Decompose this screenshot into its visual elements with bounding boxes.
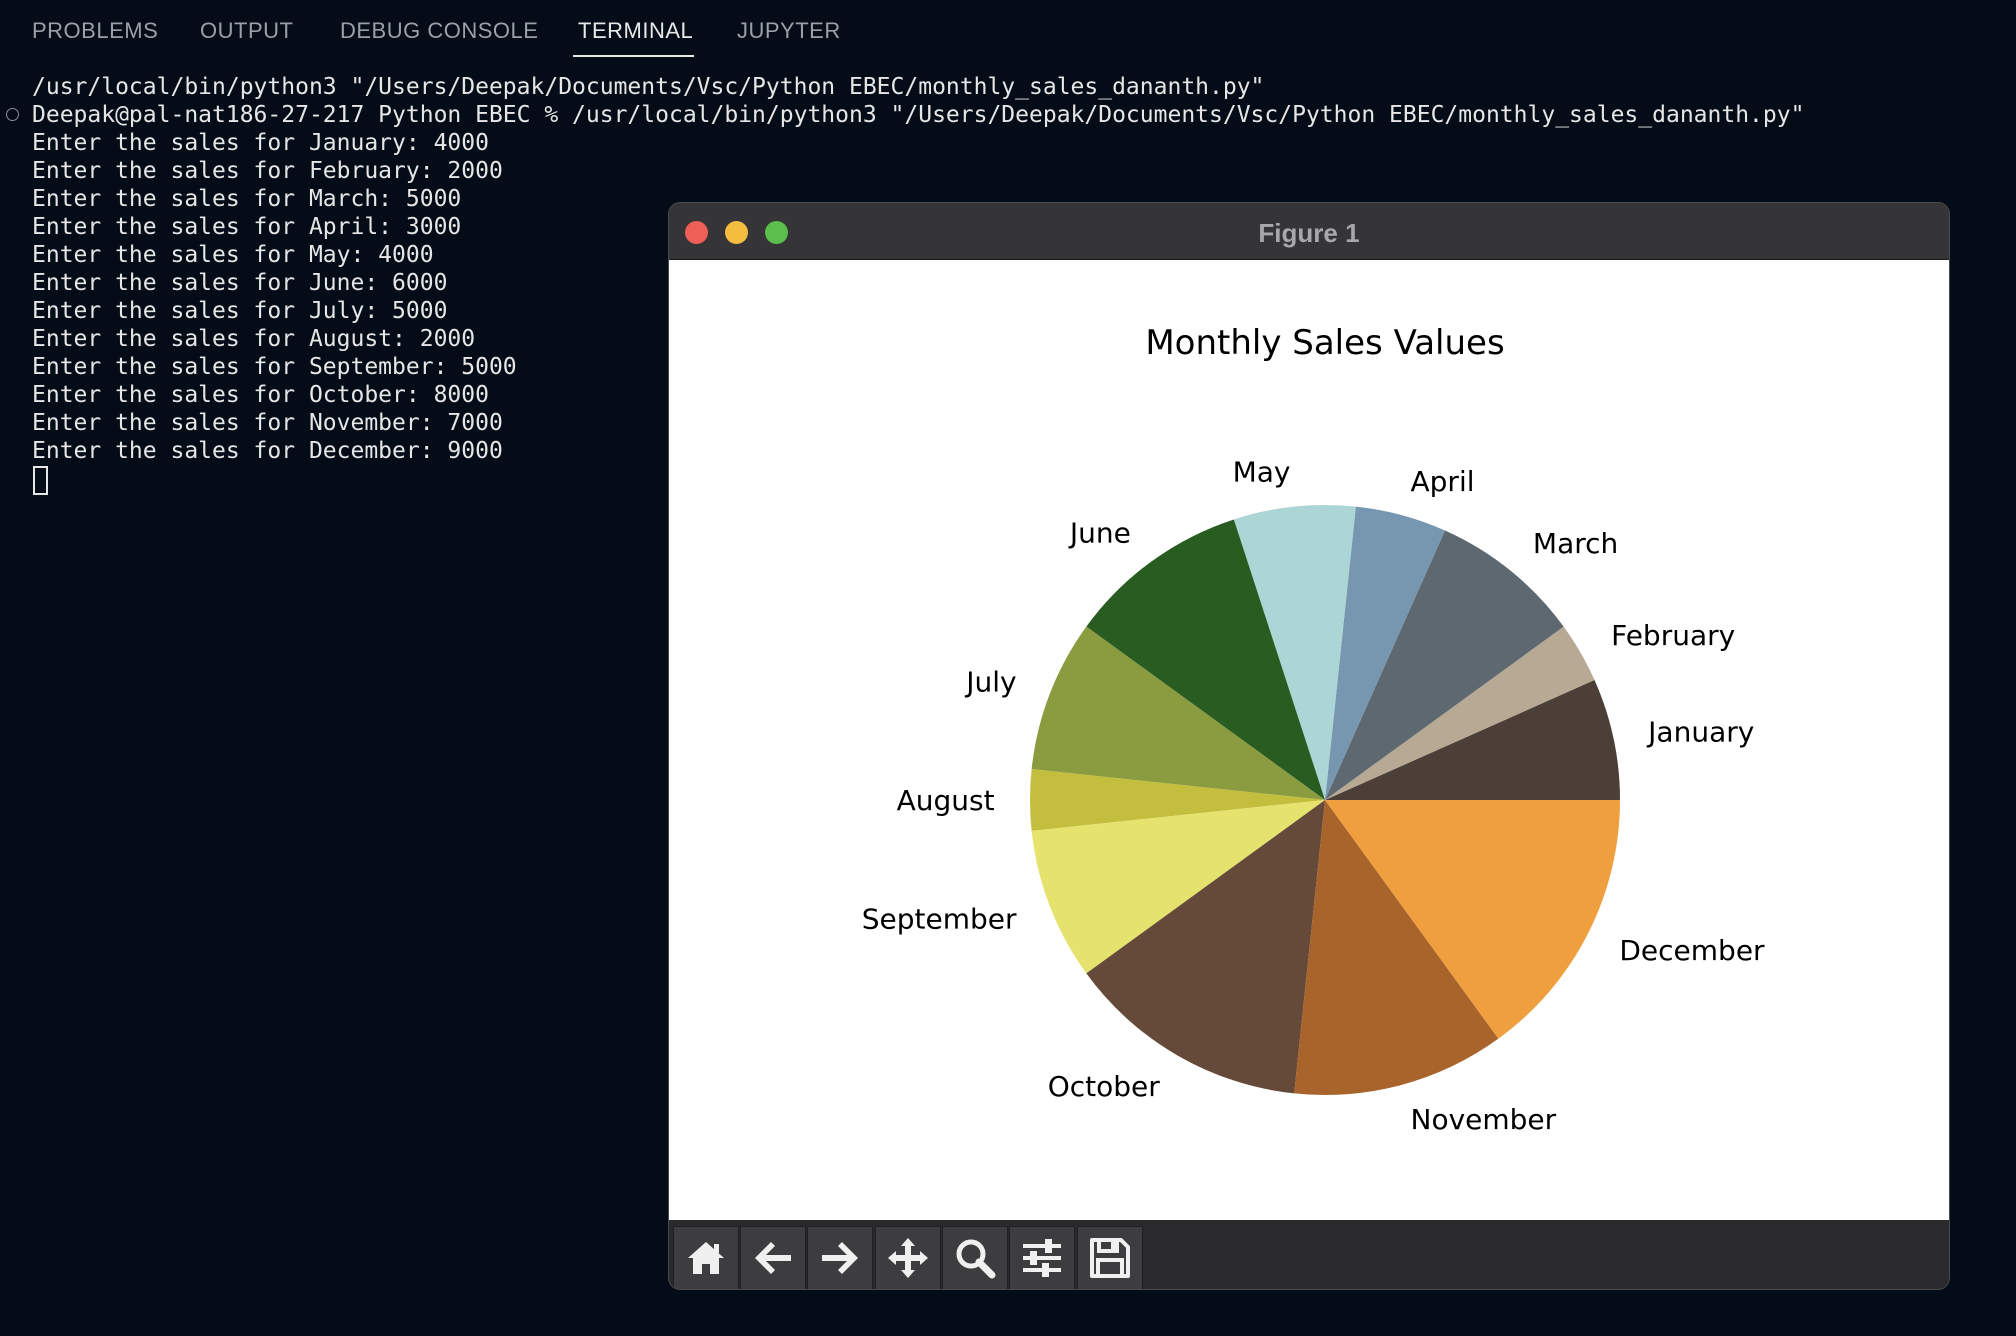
pie-slices bbox=[1030, 505, 1620, 1095]
subplots-config-icon bbox=[1023, 1239, 1061, 1277]
terminal-line: Enter the sales for January: 4000 bbox=[32, 130, 489, 156]
zoom-icon bbox=[956, 1239, 996, 1279]
pie-chart: Monthly Sales Values January February Marc… bbox=[862, 323, 1765, 1136]
pie-label-march: March bbox=[1533, 527, 1618, 560]
figure-toolbar bbox=[669, 1220, 1949, 1289]
pie-label-february: February bbox=[1611, 619, 1735, 652]
forward-arrow-icon bbox=[822, 1242, 858, 1274]
tab-output[interactable]: OUTPUT bbox=[200, 18, 293, 44]
tab-terminal[interactable]: TERMINAL bbox=[578, 18, 693, 44]
configure-subplots-button[interactable] bbox=[1009, 1226, 1075, 1289]
pie-label-may: May bbox=[1233, 455, 1291, 488]
pan-button[interactable] bbox=[875, 1226, 941, 1289]
terminal-line: Enter the sales for February: 2000 bbox=[32, 158, 503, 184]
back-arrow-icon bbox=[755, 1242, 791, 1274]
pan-icon bbox=[888, 1238, 928, 1278]
home-button[interactable] bbox=[673, 1226, 739, 1289]
terminal-cursor bbox=[33, 466, 48, 495]
zoom-button[interactable] bbox=[942, 1226, 1008, 1289]
chart-title: Monthly Sales Values bbox=[1145, 323, 1504, 363]
save-button[interactable] bbox=[1077, 1226, 1143, 1289]
pie-label-june: June bbox=[1068, 517, 1131, 550]
pie-label-august: August bbox=[897, 784, 995, 817]
save-icon bbox=[1090, 1238, 1130, 1278]
pie-label-november: November bbox=[1411, 1103, 1557, 1136]
terminal-line: /usr/local/bin/python3 "/Users/Deepak/Do… bbox=[32, 74, 1265, 100]
tab-debug-console[interactable]: DEBUG CONSOLE bbox=[340, 18, 538, 44]
pie-label-october: October bbox=[1048, 1070, 1161, 1103]
tab-jupyter[interactable]: JUPYTER bbox=[737, 18, 841, 44]
back-button[interactable] bbox=[740, 1226, 806, 1289]
figure-canvas[interactable]: Monthly Sales Values January February Marc… bbox=[669, 260, 1949, 1220]
forward-button[interactable] bbox=[807, 1226, 873, 1289]
figure-window[interactable]: Figure 1 Monthly Sales Values January Feb… bbox=[668, 202, 1950, 1290]
window-title: Figure 1 bbox=[1258, 218, 1360, 248]
tab-problems[interactable]: PROBLEMS bbox=[32, 18, 158, 44]
panel-tabs: PROBLEMS OUTPUT DEBUG CONSOLE TERMINAL J… bbox=[0, 0, 2016, 60]
terminal-line: Deepak@pal-nat186-27-217 Python EBEC % /… bbox=[32, 102, 1805, 128]
pie-label-december: December bbox=[1619, 934, 1765, 967]
pie-label-april: April bbox=[1411, 465, 1475, 498]
command-status-icon[interactable] bbox=[6, 108, 19, 121]
home-icon bbox=[688, 1242, 724, 1274]
pie-label-july: July bbox=[964, 666, 1016, 699]
active-tab-indicator bbox=[573, 55, 694, 57]
pie-label-january: January bbox=[1646, 715, 1754, 748]
window-titlebar[interactable]: Figure 1 bbox=[669, 203, 1949, 260]
pie-label-september: September bbox=[862, 902, 1017, 935]
